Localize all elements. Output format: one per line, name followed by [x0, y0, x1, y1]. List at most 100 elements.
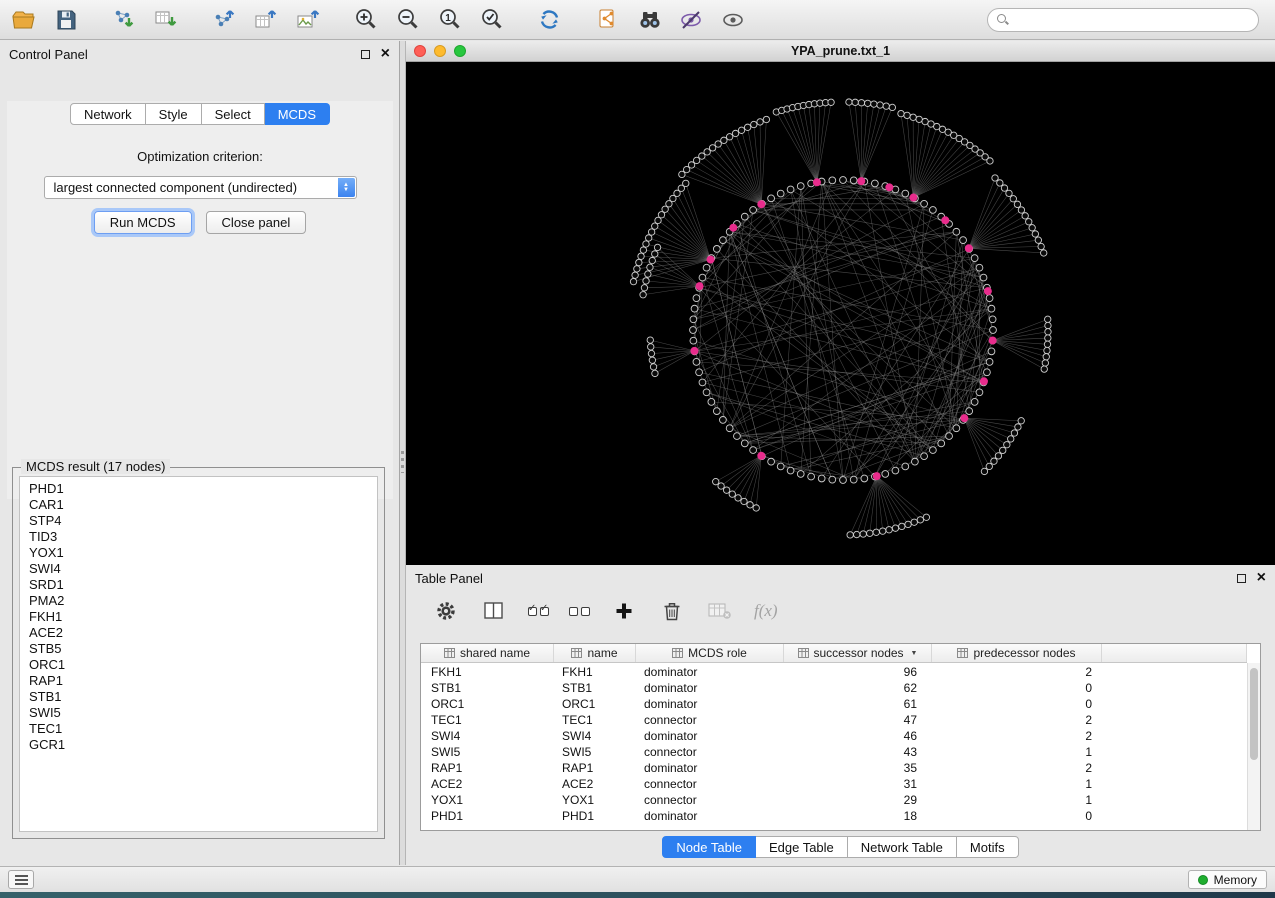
table-row[interactable]: STB1STB1dominator620 — [421, 680, 1247, 696]
status-menu-button[interactable] — [8, 870, 34, 889]
mcds-result-item[interactable]: SWI4 — [29, 561, 377, 577]
mcds-result-item[interactable]: ORC1 — [29, 657, 377, 673]
network-canvas[interactable] — [406, 62, 1275, 565]
floppy-disk-icon[interactable] — [52, 6, 80, 34]
eye-icon[interactable] — [720, 6, 748, 34]
network-window-titlebar[interactable]: YPA_prune.txt_1 — [406, 41, 1275, 62]
control-panel-title: Control Panel — [9, 47, 88, 62]
table-row[interactable]: ACE2ACE2connector311 — [421, 776, 1247, 792]
mcds-result-item[interactable]: PHD1 — [29, 481, 377, 497]
mcds-result-item[interactable]: GCR1 — [29, 737, 377, 753]
cell-successor-nodes: 35 — [784, 761, 932, 775]
zoom-fit-selected-icon[interactable] — [478, 6, 506, 34]
selected-option: largest connected component (undirected) — [54, 180, 298, 195]
table-row[interactable]: ORC1ORC1dominator610 — [421, 696, 1247, 712]
search-field[interactable] — [987, 8, 1259, 32]
tab-node-table[interactable]: Node Table — [662, 836, 756, 858]
column-header-shared-name[interactable]: shared name — [421, 644, 554, 662]
table-import-icon[interactable] — [152, 6, 180, 34]
mcds-result-item[interactable]: YOX1 — [29, 545, 377, 561]
table-row[interactable]: PHD1PHD1dominator180 — [421, 808, 1247, 824]
control-panel: Control Panel × NetworkStyleSelectMCDS O… — [0, 41, 400, 865]
column-header-successor-nodes[interactable]: successor nodes▼ — [784, 644, 932, 662]
scrollbar-thumb[interactable] — [1250, 668, 1258, 760]
cell-name: TEC1 — [554, 713, 636, 727]
binoculars-icon[interactable] — [636, 6, 664, 34]
mcds-result-item[interactable]: FKH1 — [29, 609, 377, 625]
tab-edge-table[interactable]: Edge Table — [756, 836, 848, 858]
cell-name: YOX1 — [554, 793, 636, 807]
eye-crossed-icon[interactable] — [678, 6, 706, 34]
network-export-icon[interactable] — [210, 6, 238, 34]
table-row[interactable]: YOX1YOX1connector291 — [421, 792, 1247, 808]
column-header-name[interactable]: name — [554, 644, 636, 662]
table-export-icon[interactable] — [252, 6, 280, 34]
column-header-mcds-role[interactable]: MCDS role — [636, 644, 784, 662]
main-toolbar: 1 — [0, 0, 1275, 40]
folder-icon[interactable] — [10, 6, 38, 34]
table-row[interactable]: SWI5SWI5connector431 — [421, 744, 1247, 760]
search-input[interactable] — [1015, 12, 1249, 28]
optimization-criterion-select[interactable]: largest connected component (undirected)… — [44, 176, 357, 199]
cell-mcds-role: connector — [636, 777, 784, 791]
mcds-result-item[interactable]: STB1 — [29, 689, 377, 705]
table-panel: Table Panel × f(x) — [406, 565, 1275, 865]
cell-mcds-role: connector — [636, 713, 784, 727]
tab-style[interactable]: Style — [146, 103, 202, 125]
tab-network-table[interactable]: Network Table — [848, 836, 957, 858]
table-scrollbar[interactable] — [1247, 663, 1260, 830]
column-header-predecessor-nodes[interactable]: predecessor nodes — [932, 644, 1102, 662]
gear-icon[interactable] — [432, 597, 460, 625]
float-table-panel-icon[interactable] — [1237, 574, 1246, 583]
mcds-result-item[interactable]: SRD1 — [29, 577, 377, 593]
table-row[interactable]: FKH1FKH1dominator962 — [421, 664, 1247, 680]
run-mcds-button[interactable]: Run MCDS — [94, 211, 192, 234]
add-column-icon[interactable] — [610, 597, 638, 625]
tab-motifs[interactable]: Motifs — [957, 836, 1019, 858]
network-graph[interactable] — [406, 62, 1275, 565]
close-table-panel-icon[interactable]: × — [1257, 572, 1266, 584]
mcds-result-item[interactable]: CAR1 — [29, 497, 377, 513]
close-panel-button[interactable]: Close panel — [206, 211, 307, 234]
document-share-icon[interactable] — [594, 6, 622, 34]
deselect-all-icon[interactable] — [569, 607, 590, 616]
cell-mcds-role: dominator — [636, 729, 784, 743]
mcds-result-item[interactable]: SWI5 — [29, 705, 377, 721]
mcds-result-item[interactable]: TID3 — [29, 529, 377, 545]
mcds-result-item[interactable]: STB5 — [29, 641, 377, 657]
mcds-result-item[interactable]: RAP1 — [29, 673, 377, 689]
cell-successor-nodes: 31 — [784, 777, 932, 791]
zoom-in-icon[interactable] — [352, 6, 380, 34]
mcds-result-list[interactable]: PHD1CAR1STP4TID3YOX1SWI4SRD1PMA2FKH1ACE2… — [19, 476, 378, 832]
tab-network[interactable]: Network — [70, 103, 146, 125]
mcds-result-item[interactable]: PMA2 — [29, 593, 377, 609]
trash-icon[interactable] — [658, 597, 686, 625]
tab-select[interactable]: Select — [202, 103, 265, 125]
select-stepper-icon[interactable]: ▲▼ — [338, 178, 355, 197]
close-panel-icon[interactable]: × — [381, 48, 390, 60]
mcds-result-item[interactable]: TEC1 — [29, 721, 377, 737]
table-grid-icon — [798, 648, 809, 658]
memory-button[interactable]: Memory — [1188, 870, 1267, 889]
tab-mcds[interactable]: MCDS — [265, 103, 330, 125]
cell-shared-name: YOX1 — [421, 793, 554, 807]
zoom-reset-icon[interactable]: 1 — [436, 6, 464, 34]
table-row[interactable]: SWI4SWI4dominator462 — [421, 728, 1247, 744]
table-row[interactable]: RAP1RAP1dominator352 — [421, 760, 1247, 776]
sort-caret-icon[interactable]: ▼ — [911, 650, 918, 657]
network-import-icon[interactable] — [110, 6, 138, 34]
show-columns-icon[interactable] — [480, 597, 508, 625]
cell-name: ORC1 — [554, 697, 636, 711]
table-row[interactable]: TEC1TEC1connector472 — [421, 712, 1247, 728]
cell-name: SWI4 — [554, 729, 636, 743]
select-all-icon[interactable] — [528, 607, 549, 616]
image-export-icon[interactable] — [294, 6, 322, 34]
mcds-result-item[interactable]: STP4 — [29, 513, 377, 529]
refresh-icon[interactable] — [536, 6, 564, 34]
cell-predecessor-nodes: 1 — [932, 777, 1102, 791]
float-panel-icon[interactable] — [361, 50, 370, 59]
zoom-out-icon[interactable] — [394, 6, 422, 34]
column-header-filler — [1102, 644, 1247, 662]
mcds-result-item[interactable]: ACE2 — [29, 625, 377, 641]
application-window: 1 — [0, 0, 1275, 898]
